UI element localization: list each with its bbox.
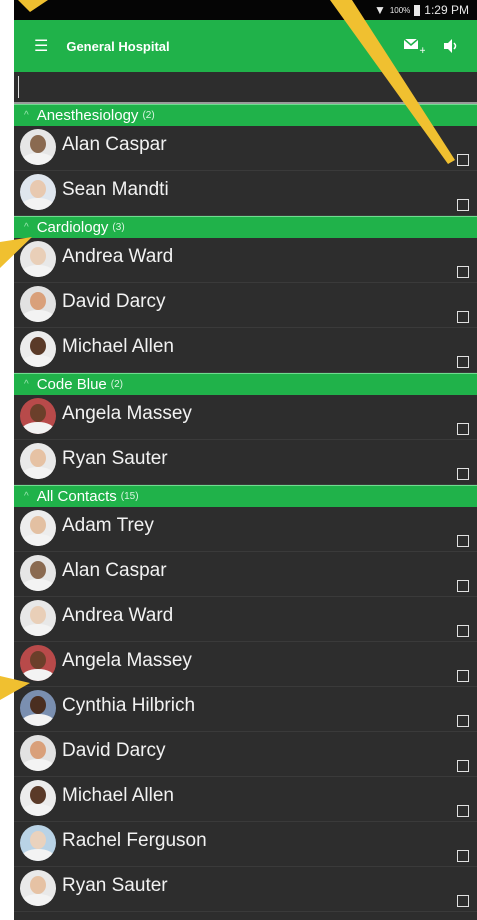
section-count: (2) bbox=[142, 110, 155, 121]
page-title: General Hospital bbox=[66, 38, 170, 54]
contact-name: Alan Caspar bbox=[62, 134, 167, 155]
avatar bbox=[20, 510, 56, 546]
contact-name: Andrea Ward bbox=[62, 605, 174, 626]
contact-list: ^ Anesthesiology (2) Alan Caspar Sean Mandti… bbox=[14, 104, 477, 912]
contact-name: Sean Mandti bbox=[62, 179, 169, 200]
select-checkbox[interactable] bbox=[457, 760, 469, 772]
select-checkbox[interactable] bbox=[457, 580, 469, 592]
contact-row[interactable]: Alan Caspar bbox=[14, 552, 477, 597]
contact-name: Michael Allen bbox=[62, 336, 174, 357]
avatar bbox=[20, 443, 56, 479]
avatar bbox=[20, 780, 56, 816]
select-checkbox[interactable] bbox=[457, 625, 469, 637]
contact-row[interactable]: Michael Allen bbox=[14, 777, 477, 822]
section-title: Cardiology bbox=[36, 219, 109, 236]
avatar bbox=[20, 735, 56, 771]
section-title: All Contacts bbox=[36, 488, 117, 505]
avatar bbox=[20, 825, 56, 861]
avatar bbox=[20, 690, 56, 726]
collapse-caret-icon[interactable]: ^ bbox=[24, 379, 29, 390]
section-title: Anesthesiology bbox=[36, 107, 139, 124]
select-checkbox[interactable] bbox=[457, 154, 469, 166]
app-bar: ☰ General Hospital + bbox=[14, 20, 477, 72]
contact-name: Andrea Ward bbox=[62, 246, 174, 267]
avatar bbox=[20, 870, 56, 906]
select-checkbox[interactable] bbox=[457, 670, 469, 682]
contact-name: Ryan Sauter bbox=[62, 448, 168, 469]
select-checkbox[interactable] bbox=[457, 895, 469, 907]
battery-percent: 100% bbox=[389, 5, 411, 15]
avatar bbox=[20, 331, 56, 367]
contact-row[interactable]: Angela Massey bbox=[14, 395, 477, 440]
contact-row[interactable]: Alan Caspar bbox=[14, 126, 477, 171]
contact-row[interactable]: David Darcy bbox=[14, 732, 477, 777]
section-title: Code Blue bbox=[36, 376, 107, 393]
select-checkbox[interactable] bbox=[457, 850, 469, 862]
contact-name: Alan Caspar bbox=[62, 560, 167, 581]
wifi-icon: ▼ bbox=[373, 3, 386, 17]
select-checkbox[interactable] bbox=[457, 311, 469, 323]
contact-name: Adam Trey bbox=[62, 515, 154, 536]
collapse-caret-icon[interactable]: ^ bbox=[24, 491, 29, 502]
avatar bbox=[20, 600, 56, 636]
contact-name: Michael Allen bbox=[62, 785, 174, 806]
status-bar: ▼ 100% 1:29 PM bbox=[14, 0, 477, 20]
select-checkbox[interactable] bbox=[457, 356, 469, 368]
search-input[interactable] bbox=[18, 76, 465, 98]
contact-row[interactable]: Ryan Sauter bbox=[14, 440, 477, 485]
contact-row[interactable]: Adam Trey bbox=[14, 507, 477, 552]
collapse-caret-icon[interactable]: ^ bbox=[24, 110, 29, 121]
contact-name: Angela Massey bbox=[62, 650, 192, 671]
clock: 1:29 PM bbox=[424, 3, 469, 17]
contact-name: Ryan Sauter bbox=[62, 875, 168, 896]
contact-row[interactable]: Andrea Ward bbox=[14, 238, 477, 283]
section-header[interactable]: ^ All Contacts (15) bbox=[14, 485, 477, 507]
contact-name: Rachel Ferguson bbox=[62, 830, 207, 851]
avatar bbox=[20, 241, 56, 277]
section-count: (3) bbox=[112, 222, 125, 233]
section-header[interactable]: ^ Code Blue (2) bbox=[14, 373, 477, 395]
contact-row[interactable]: Ryan Sauter bbox=[14, 867, 477, 912]
svg-text:+: + bbox=[419, 46, 425, 54]
phone-screen: ▼ 100% 1:29 PM ☰ General Hospital + ^ Ane… bbox=[14, 0, 477, 920]
contact-row[interactable]: Andrea Ward bbox=[14, 597, 477, 642]
contact-row[interactable]: David Darcy bbox=[14, 283, 477, 328]
select-checkbox[interactable] bbox=[457, 535, 469, 547]
speaker-icon[interactable] bbox=[443, 38, 459, 54]
contact-row[interactable]: Cynthia Hilbrich bbox=[14, 687, 477, 732]
contact-row[interactable]: Rachel Ferguson bbox=[14, 822, 477, 867]
select-checkbox[interactable] bbox=[457, 468, 469, 480]
section-header[interactable]: ^ Anesthesiology (2) bbox=[14, 104, 477, 126]
contact-name: Cynthia Hilbrich bbox=[62, 695, 196, 716]
select-checkbox[interactable] bbox=[457, 199, 469, 211]
avatar bbox=[20, 398, 56, 434]
avatar bbox=[20, 174, 56, 210]
section-count: (2) bbox=[110, 379, 123, 390]
section-count: (15) bbox=[120, 491, 139, 502]
menu-icon[interactable]: ☰ bbox=[34, 36, 48, 56]
avatar bbox=[20, 555, 56, 591]
contact-name: Angela Massey bbox=[62, 403, 192, 424]
avatar bbox=[20, 286, 56, 322]
search-bar bbox=[14, 72, 477, 104]
battery-icon bbox=[414, 4, 421, 16]
contact-name: David Darcy bbox=[62, 740, 166, 761]
avatar bbox=[20, 129, 56, 165]
contact-row[interactable]: Angela Massey bbox=[14, 642, 477, 687]
avatar bbox=[20, 645, 56, 681]
select-checkbox[interactable] bbox=[457, 715, 469, 727]
contact-row[interactable]: Sean Mandti bbox=[14, 171, 477, 216]
select-checkbox[interactable] bbox=[457, 266, 469, 278]
contact-row[interactable]: Michael Allen bbox=[14, 328, 477, 373]
collapse-caret-icon[interactable]: ^ bbox=[24, 222, 29, 233]
section-header[interactable]: ^ Cardiology (3) bbox=[14, 216, 477, 238]
select-checkbox[interactable] bbox=[457, 805, 469, 817]
contact-name: David Darcy bbox=[62, 291, 166, 312]
new-message-icon[interactable]: + bbox=[403, 38, 425, 54]
select-checkbox[interactable] bbox=[457, 423, 469, 435]
